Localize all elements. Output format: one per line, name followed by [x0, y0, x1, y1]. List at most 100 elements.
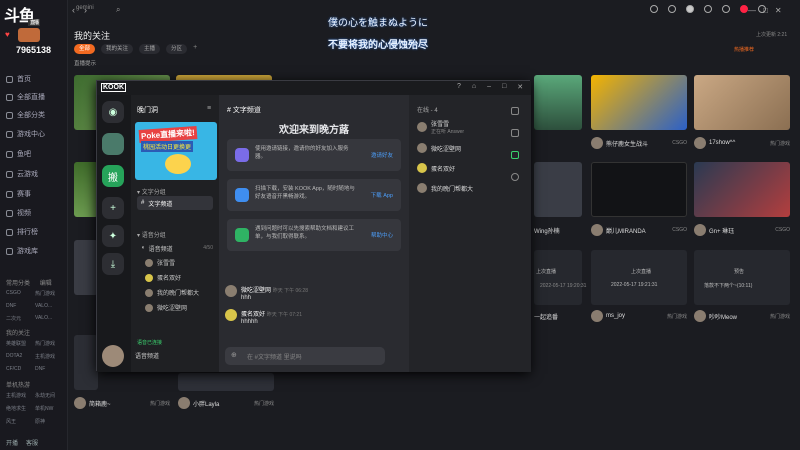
add-icon[interactable]: + — [193, 44, 197, 54]
stream-thumbnail[interactable] — [178, 373, 274, 391]
add-server-button[interactable]: + — [102, 197, 124, 219]
tag[interactable]: CSGO — [6, 290, 35, 297]
tag[interactable]: 主机游戏 — [6, 392, 35, 399]
download-app-link[interactable]: 下载 App — [371, 191, 393, 199]
user-avatar[interactable] — [102, 345, 124, 367]
go-live-button[interactable]: 开播 — [6, 438, 18, 447]
tab-all[interactable]: 全部 — [74, 44, 96, 54]
tag[interactable]: 风王 — [6, 418, 35, 425]
tag[interactable]: DNF — [35, 366, 64, 372]
stream-thumbnail[interactable] — [591, 162, 687, 217]
home-server-button[interactable]: ◉ — [102, 101, 124, 123]
card-info[interactable]: 17show^^ 热门游戏 — [694, 132, 790, 154]
nav-all-categories[interactable]: 全部分类 — [6, 108, 64, 122]
voice-user[interactable]: 蛋名双好 — [145, 273, 181, 282]
members-icon[interactable] — [511, 151, 519, 159]
nav-game-center[interactable]: 游戏中心 — [6, 127, 64, 141]
tag[interactable]: DNF — [6, 303, 35, 309]
stream-thumbnail[interactable]: 上次直播 — [534, 250, 582, 305]
menu-icon[interactable]: ≡ — [207, 105, 211, 112]
card-info[interactable]: Gn+ 琳珏 CSGO — [694, 219, 790, 241]
nav-all-live[interactable]: 全部直播 — [6, 90, 64, 104]
close-button[interactable]: ✕ — [775, 6, 789, 15]
tag[interactable]: 单机NW — [35, 405, 64, 412]
message-input[interactable]: 在 #文字频道 里说吗 — [225, 347, 385, 365]
tag[interactable]: 热门游戏 — [35, 290, 64, 297]
tag[interactable]: 主机游戏 — [35, 353, 64, 360]
voice-user[interactable]: 张雪雪 — [145, 258, 175, 267]
live-filter[interactable]: 直播提示 — [74, 59, 96, 67]
card-info[interactable]: 小胖Layla 热门游戏 — [178, 392, 274, 414]
stream-thumbnail[interactable] — [694, 162, 790, 217]
back-icon[interactable]: ‹ — [72, 5, 75, 15]
nav-video[interactable]: 视频 — [6, 206, 64, 220]
tag[interactable]: DOTA2 — [6, 353, 35, 360]
support-button[interactable]: 客服 — [26, 438, 38, 447]
tab-following[interactable]: 我的关注 — [101, 44, 134, 54]
tag[interactable]: VALO... — [35, 315, 64, 322]
voice-user[interactable]: 我的晚门帮都大 — [145, 288, 199, 297]
card-info[interactable]: ms_joy 热门游戏 — [591, 305, 687, 327]
stream-thumbnail[interactable] — [74, 240, 98, 295]
nav-rank[interactable]: 排行榜 — [6, 225, 64, 239]
card-info[interactable]: 巅儿MIRANDA CSGO — [591, 219, 687, 241]
tag[interactable]: 绝地求生 — [6, 405, 35, 412]
search-icon[interactable]: ⌕ — [116, 5, 120, 15]
avatar-icon[interactable] — [686, 5, 694, 13]
pin-icon[interactable] — [511, 129, 519, 137]
history-icon[interactable] — [650, 5, 658, 13]
hot-recommend[interactable]: 热播推荐 — [734, 46, 754, 53]
server-icon-active[interactable]: 搬 — [102, 165, 124, 187]
category-voice[interactable]: ▾ 语音分组 — [137, 230, 166, 239]
box-icon[interactable] — [722, 5, 730, 13]
help-center-link[interactable]: 帮助中心 — [371, 231, 393, 239]
nav-fish-bar[interactable]: 鱼吧 — [6, 147, 64, 161]
member-item[interactable]: 张雪雪 正在听 Answer — [417, 119, 464, 135]
member-item[interactable]: 我的晚门帮都大 — [417, 183, 473, 193]
stream-thumbnail[interactable]: 预告 落款不下两个~(10:11) — [694, 250, 790, 305]
tag[interactable]: VALO... — [35, 303, 64, 309]
bell-icon[interactable] — [511, 107, 519, 115]
card-info[interactable]: 一起追番 — [534, 305, 582, 327]
channel-voice[interactable]: ◖ 语音频道 4/50 — [137, 241, 213, 255]
stream-thumbnail[interactable] — [74, 335, 98, 390]
tag[interactable]: CF/CD — [6, 366, 35, 372]
card-info[interactable]: 简箱鹿~ 热门游戏 — [74, 392, 170, 414]
tab-streamer[interactable]: 主播 — [139, 44, 161, 54]
avatar[interactable] — [18, 28, 40, 42]
close-button[interactable]: ✕ — [517, 83, 523, 91]
stream-thumbnail[interactable] — [534, 162, 582, 217]
current-user[interactable]: 语音频道 — [135, 351, 159, 360]
maximize-button[interactable]: □ — [763, 6, 775, 15]
tab-zone[interactable]: 分区 — [166, 44, 188, 54]
app-logo[interactable]: 斗鱼 直播 — [4, 2, 54, 26]
member-item[interactable]: 微吃涩壁网 — [417, 143, 461, 153]
discover-button[interactable]: ✦ — [102, 225, 124, 247]
tag[interactable]: 永劫无间 — [35, 392, 64, 399]
stream-thumbnail[interactable] — [694, 75, 790, 130]
tag[interactable]: 英雄联盟 — [6, 340, 35, 347]
nav-events[interactable]: 赛事 — [6, 187, 64, 201]
minimize-button[interactable]: — — [748, 6, 763, 15]
invite-link[interactable]: 邀请好友 — [371, 151, 393, 159]
inbox-icon[interactable]: ⌂ — [472, 83, 476, 91]
message-author[interactable]: 蛋名双好 — [241, 312, 265, 318]
tag[interactable]: 原神 — [35, 418, 64, 425]
nav-home[interactable]: 首页 — [6, 72, 64, 86]
nav-cloud-game[interactable]: 云游戏 — [6, 167, 64, 181]
stream-thumbnail[interactable]: 上次直播 2022-05-17 19:21:31 — [591, 250, 687, 305]
search-icon[interactable] — [511, 173, 519, 181]
category-text[interactable]: ▾ 文字分组 — [137, 187, 166, 196]
minimize-button[interactable]: – — [487, 83, 491, 91]
download-icon[interactable] — [668, 5, 676, 13]
stream-thumbnail[interactable] — [591, 75, 687, 130]
stream-thumbnail[interactable] — [534, 75, 582, 130]
server-avatar[interactable] — [102, 133, 124, 155]
mail-icon[interactable] — [740, 5, 748, 13]
nav-game-library[interactable]: 游戏库 — [6, 244, 64, 258]
shirt-icon[interactable] — [704, 5, 712, 13]
card-info[interactable]: 熊仔鹿女生战斗 CSGO — [591, 132, 687, 154]
card-info[interactable]: 吵吵Meow 热门游戏 — [694, 305, 790, 327]
help-icon[interactable]: ? — [457, 83, 461, 91]
tag[interactable]: 二次元 — [6, 315, 35, 322]
